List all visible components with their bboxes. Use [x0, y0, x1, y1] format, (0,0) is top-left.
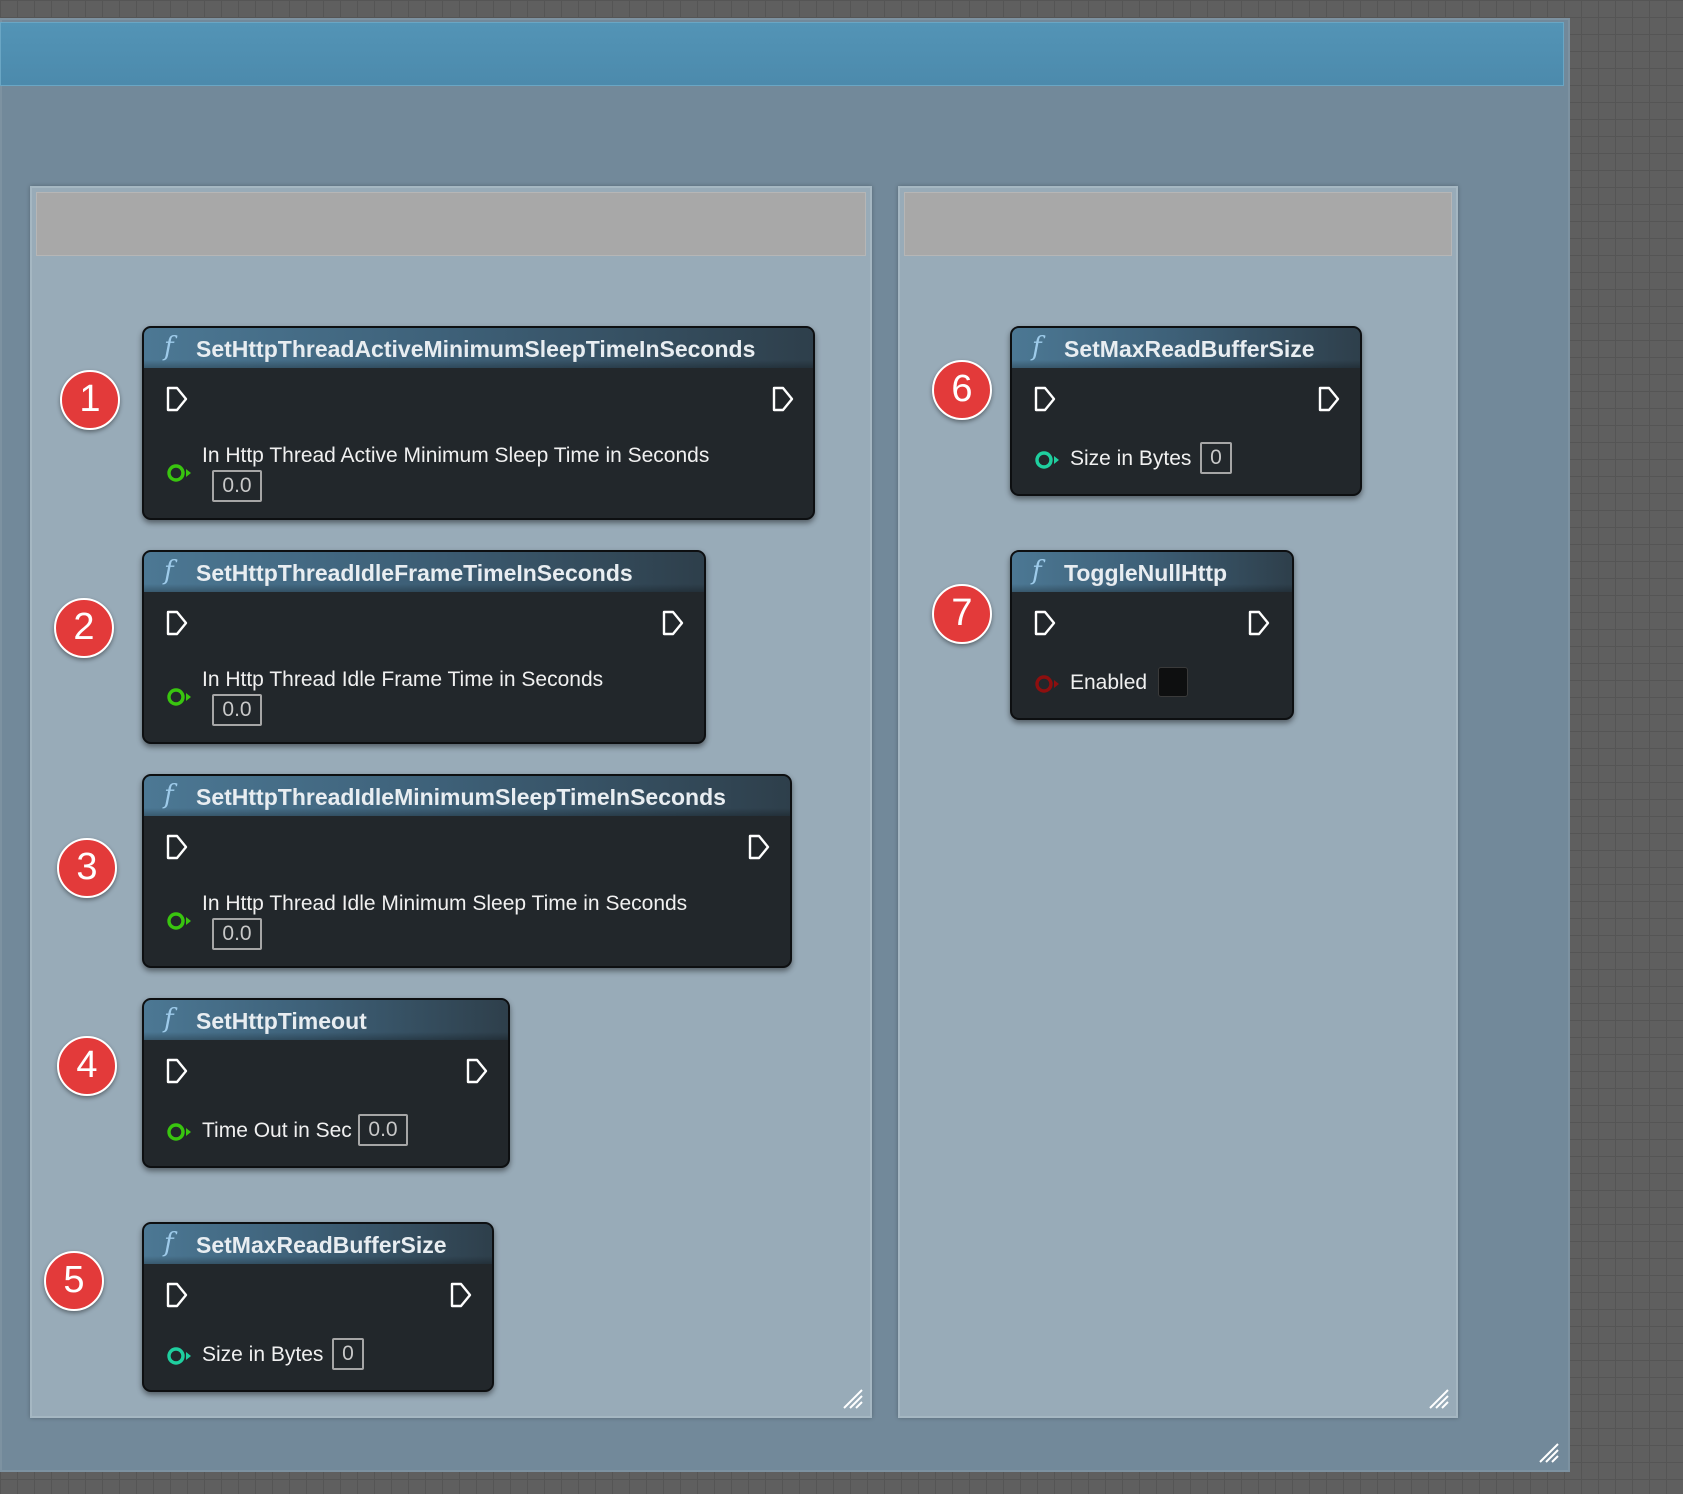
- comment-group-left-header[interactable]: [36, 192, 866, 256]
- exec-in-pin-icon[interactable]: [166, 1282, 188, 1308]
- node-header[interactable]: f SetHttpThreadActiveMinimumSleepTimeInS…: [144, 328, 813, 368]
- badge-7: 7: [932, 584, 992, 644]
- badge-3: 3: [57, 838, 117, 898]
- node-header[interactable]: f SetMaxReadBufferSize: [144, 1224, 492, 1264]
- exec-out-pin-icon[interactable]: [1318, 386, 1340, 412]
- node-title: SetHttpThreadIdleMinimumSleepTimeInSecon…: [196, 784, 726, 810]
- float-value-input[interactable]: 0.0: [358, 1114, 408, 1146]
- node-title: SetHttpThreadActiveMinimumSleepTimeInSec…: [196, 336, 756, 362]
- outer-resize-handle-icon[interactable]: [1536, 1440, 1560, 1464]
- float-value-input[interactable]: 0.0: [212, 694, 262, 726]
- param-label: Enabled: [1070, 671, 1148, 694]
- node-title: SetHttpThreadIdleFrameTimeInSeconds: [196, 560, 633, 586]
- exec-in-pin-icon[interactable]: [166, 1058, 188, 1084]
- graph-canvas[interactable]: f SetHttpThreadActiveMinimumSleepTimeInS…: [0, 0, 1683, 1494]
- exec-in-pin-icon[interactable]: [1034, 386, 1056, 412]
- node-set-max-read-buffer-size-2[interactable]: f SetMaxReadBufferSize Size in Bytes 0: [1010, 326, 1362, 496]
- node-set-http-thread-idle-frame-time[interactable]: f SetHttpThreadIdleFrameTimeInSeconds In…: [142, 550, 706, 744]
- function-icon: f: [164, 780, 174, 810]
- node-set-http-thread-idle-min-sleep[interactable]: f SetHttpThreadIdleMinimumSleepTimeInSec…: [142, 774, 792, 968]
- right-resize-handle-icon[interactable]: [1426, 1386, 1450, 1410]
- param-label: In Http Thread Idle Frame Time in Second…: [202, 668, 604, 691]
- badge-6: 6: [932, 360, 992, 420]
- function-icon: f: [164, 1004, 174, 1034]
- node-set-http-thread-active-min-sleep[interactable]: f SetHttpThreadActiveMinimumSleepTimeInS…: [142, 326, 815, 520]
- exec-out-pin-icon[interactable]: [772, 386, 794, 412]
- float-pin-icon[interactable]: [166, 1122, 196, 1142]
- enabled-checkbox[interactable]: [1158, 667, 1188, 697]
- badge-2: 2: [54, 598, 114, 658]
- node-header[interactable]: f ToggleNullHttp: [1012, 552, 1292, 592]
- float-value-input[interactable]: 0.0: [212, 918, 262, 950]
- param-label: Size in Bytes: [1070, 447, 1192, 470]
- node-title: SetHttpTimeout: [196, 1008, 367, 1034]
- exec-in-pin-icon[interactable]: [1034, 610, 1056, 636]
- exec-out-pin-icon[interactable]: [748, 834, 770, 860]
- badge-5: 5: [44, 1251, 104, 1311]
- node-title: SetMaxReadBufferSize: [196, 1232, 447, 1258]
- node-header[interactable]: f SetMaxReadBufferSize: [1012, 328, 1360, 368]
- exec-in-pin-icon[interactable]: [166, 834, 188, 860]
- float-pin-icon[interactable]: [166, 687, 196, 707]
- left-resize-handle-icon[interactable]: [840, 1386, 864, 1410]
- badge-1: 1: [60, 370, 120, 430]
- function-icon: f: [1032, 556, 1042, 586]
- node-title: SetMaxReadBufferSize: [1064, 336, 1315, 362]
- boolean-pin-icon[interactable]: [1034, 674, 1064, 694]
- integer-pin-icon[interactable]: [1034, 450, 1064, 470]
- node-title: ToggleNullHttp: [1064, 560, 1228, 586]
- function-icon: f: [164, 332, 174, 362]
- float-pin-icon[interactable]: [166, 911, 196, 931]
- badge-4: 4: [57, 1036, 117, 1096]
- node-header[interactable]: f SetHttpThreadIdleFrameTimeInSeconds: [144, 552, 704, 592]
- exec-out-pin-icon[interactable]: [1248, 610, 1270, 636]
- function-icon: f: [164, 556, 174, 586]
- exec-out-pin-icon[interactable]: [466, 1058, 488, 1084]
- exec-out-pin-icon[interactable]: [450, 1282, 472, 1308]
- node-header[interactable]: f SetHttpTimeout: [144, 1000, 508, 1040]
- node-toggle-null-http[interactable]: f ToggleNullHttp Enabled: [1010, 550, 1294, 720]
- exec-in-pin-icon[interactable]: [166, 386, 188, 412]
- integer-value-input[interactable]: 0: [332, 1338, 364, 1370]
- float-pin-icon[interactable]: [166, 463, 196, 483]
- integer-value-input[interactable]: 0: [1200, 442, 1232, 474]
- integer-pin-icon[interactable]: [166, 1346, 196, 1366]
- function-icon: f: [164, 1228, 174, 1258]
- param-label: In Http Thread Idle Minimum Sleep Time i…: [202, 892, 688, 915]
- param-label: Time Out in Sec: [202, 1119, 352, 1142]
- comment-group-right-header[interactable]: [904, 192, 1452, 256]
- outer-comment-header[interactable]: [0, 22, 1564, 86]
- float-value-input[interactable]: 0.0: [212, 470, 262, 502]
- exec-out-pin-icon[interactable]: [662, 610, 684, 636]
- function-icon: f: [1032, 332, 1042, 362]
- param-label: Size in Bytes: [202, 1343, 324, 1366]
- node-set-max-read-buffer-size[interactable]: f SetMaxReadBufferSize Size in Bytes 0: [142, 1222, 494, 1392]
- node-set-http-timeout[interactable]: f SetHttpTimeout Time Out in Sec 0.0: [142, 998, 510, 1168]
- node-header[interactable]: f SetHttpThreadIdleMinimumSleepTimeInSec…: [144, 776, 790, 816]
- param-label: In Http Thread Active Minimum Sleep Time…: [202, 444, 710, 467]
- exec-in-pin-icon[interactable]: [166, 610, 188, 636]
